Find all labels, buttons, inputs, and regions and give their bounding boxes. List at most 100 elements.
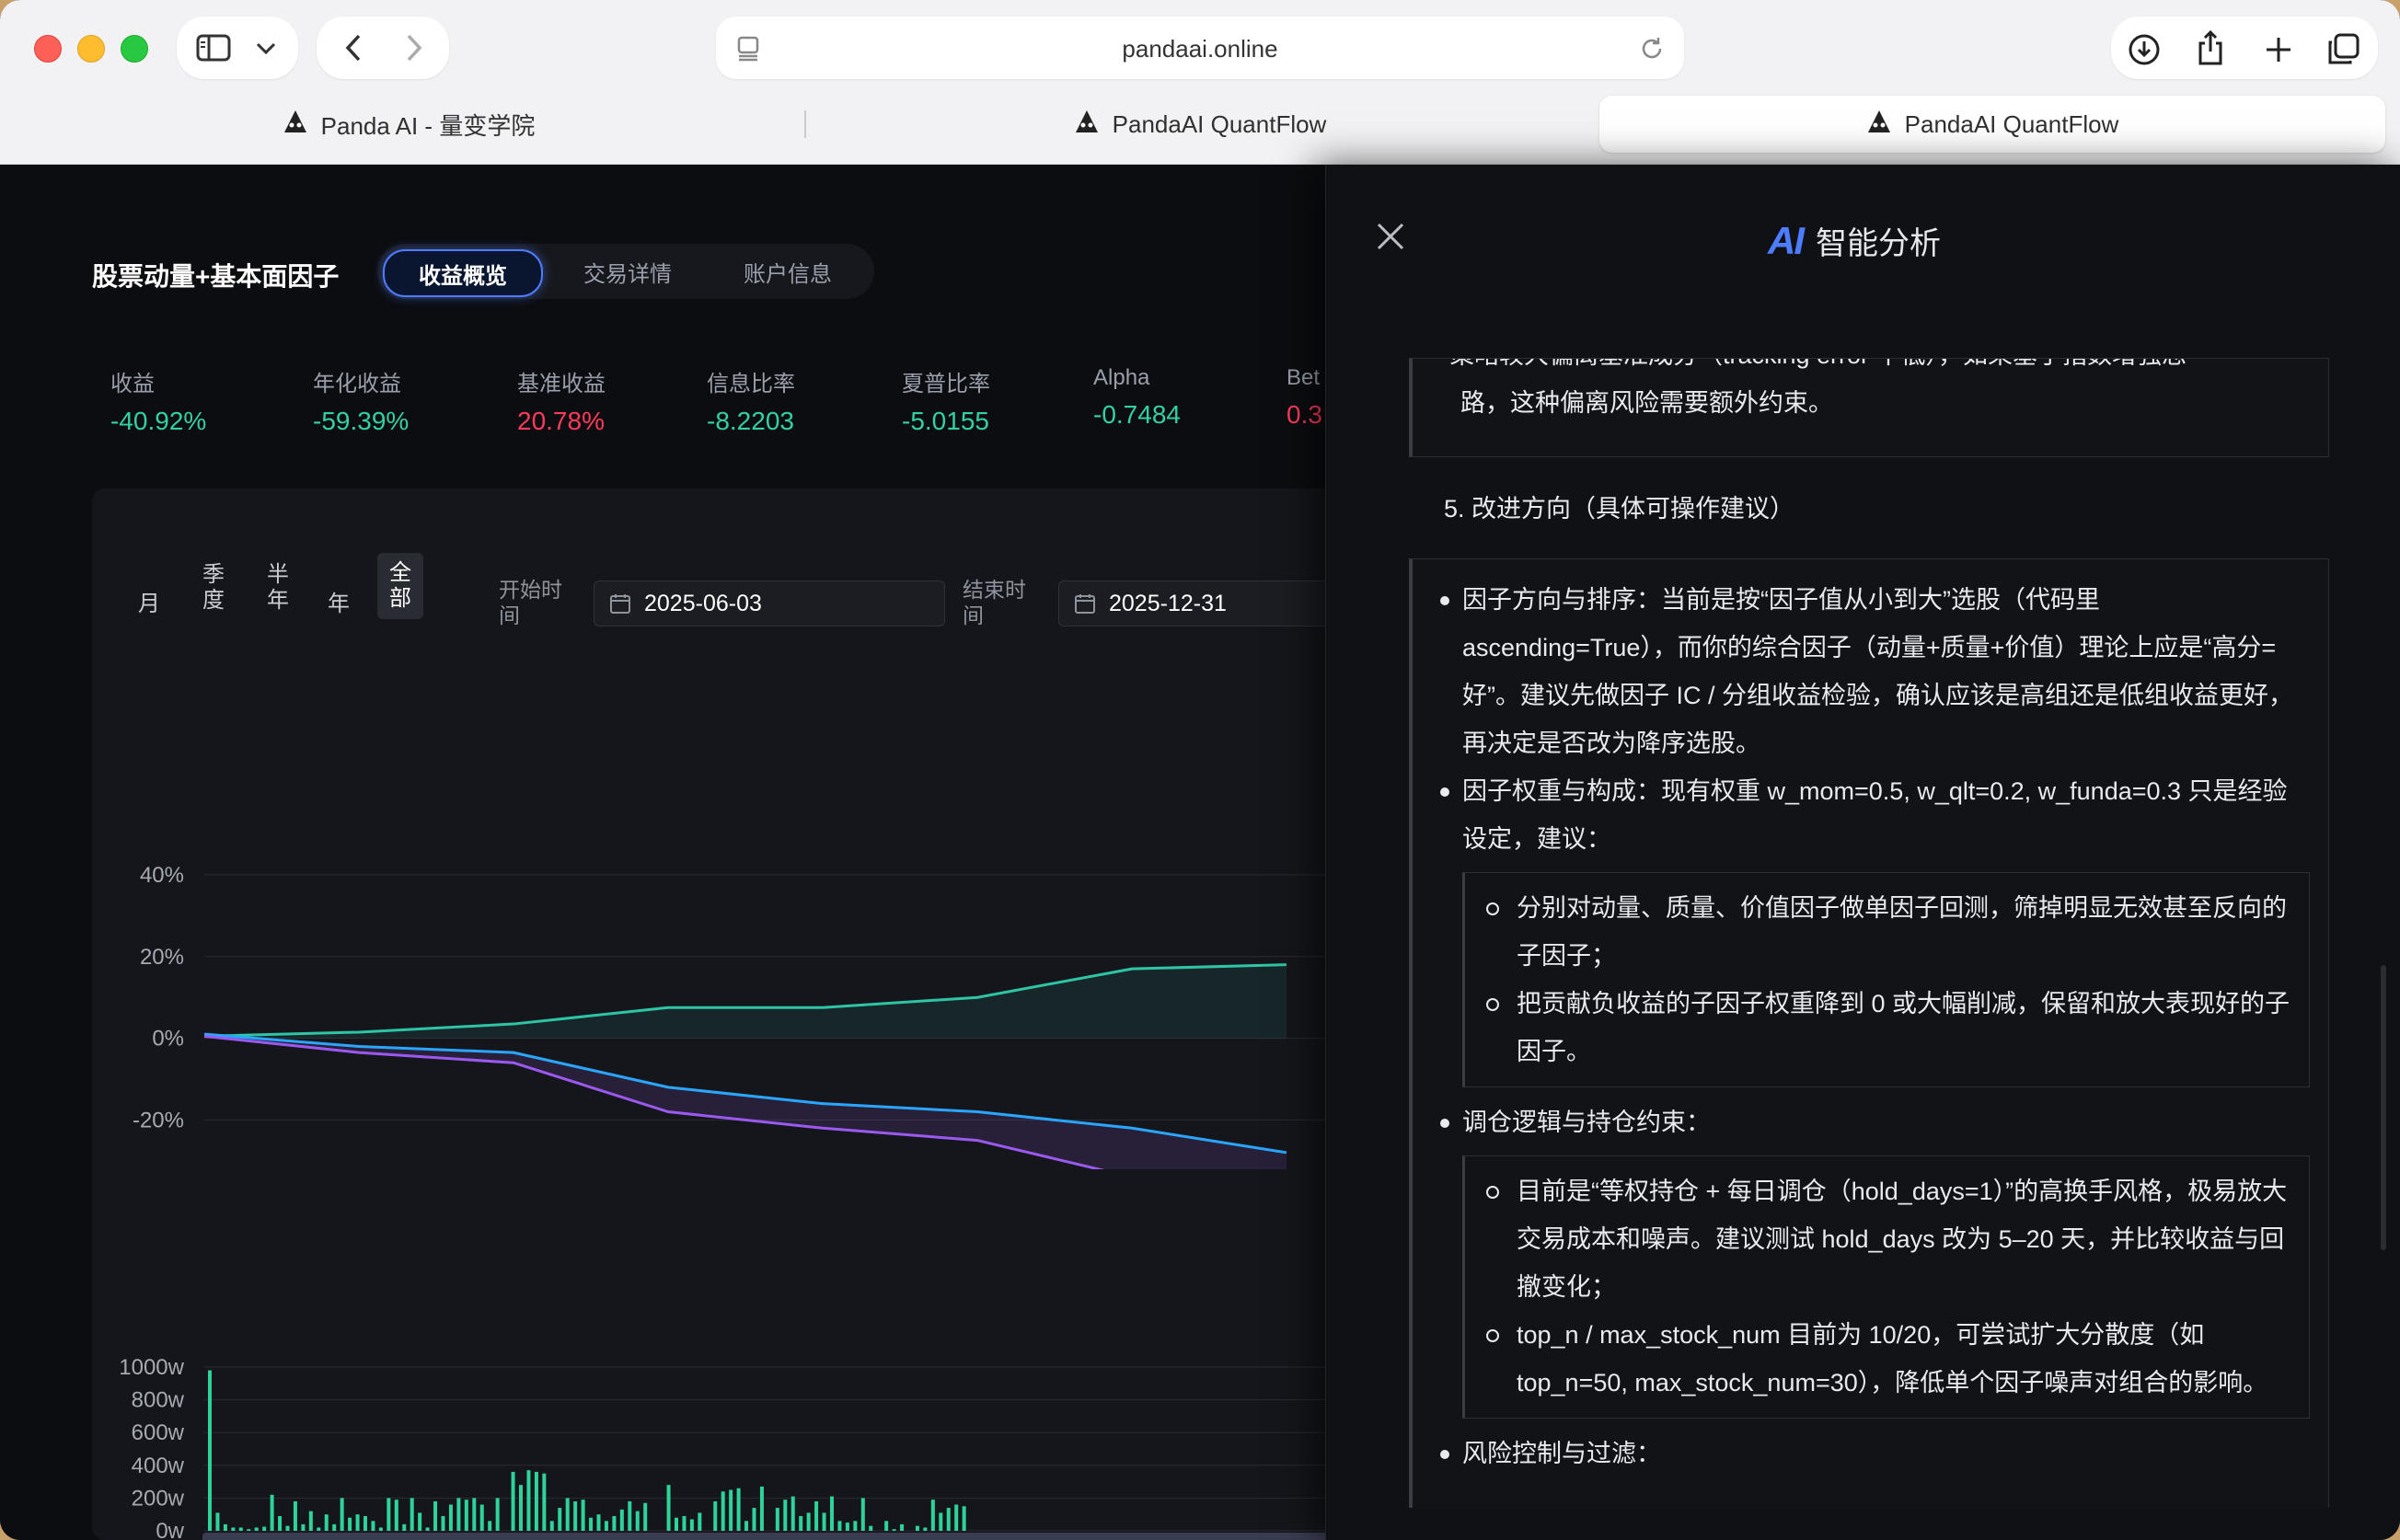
improvement-heading: 5. 改进方向（具体可操作建议）: [1444, 495, 1795, 523]
cut-off-line: 策略较大偏离基准成分（tracking error 不低），如果基于指数增强思: [1449, 359, 2305, 379]
sidebar-icon[interactable]: [193, 31, 234, 64]
volume-bar: [519, 1485, 523, 1531]
download-icon[interactable]: [2126, 31, 2163, 68]
tab-title: Panda AI - 量变学院: [320, 111, 536, 140]
y-tick-label: 400w: [132, 1454, 185, 1478]
sub-list-item: 分别对动量、质量、价值因子做单因子回测，筛掉明显无效甚至反向的子因子；: [1486, 884, 2294, 980]
tab-quantflow-1[interactable]: PandaAI QuantFlow: [806, 96, 1594, 153]
volume-bar: [736, 1488, 741, 1531]
address-bar[interactable]: pandaai.online: [716, 17, 1684, 79]
panda-favicon-icon: [1866, 109, 1892, 141]
volume-bar: [799, 1515, 803, 1531]
volume-bar: [837, 1521, 842, 1531]
tab-returns-overview[interactable]: 收益概览: [383, 249, 543, 297]
volume-bar: [962, 1506, 966, 1531]
metric-beta: Bet 0.3: [1287, 365, 1322, 430]
volume-bar: [666, 1485, 671, 1531]
browser-window: pandaai.online Panda AI - 量变学院 PandaAI Q…: [0, 0, 2400, 1540]
volume-bar: [371, 1521, 375, 1531]
y-tick-label: 800w: [132, 1388, 185, 1413]
volume-bar: [790, 1496, 795, 1531]
volume-bar: [456, 1498, 461, 1531]
tracking-error-note: 路，这种偏离风险需要额外约束。: [1460, 389, 1833, 417]
volume-bar: [558, 1508, 562, 1531]
volume-bar: [285, 1525, 290, 1531]
close-icon[interactable]: [1376, 222, 1405, 256]
volume-bar: [355, 1514, 360, 1531]
history-nav: [317, 17, 449, 79]
zoom-slider-track: [202, 1533, 1380, 1540]
volume-bar: [472, 1498, 477, 1531]
improvement-list-box: 因子方向与排序：当前是按“因子值从小到大”选股（代码里 ascending=Tr…: [1409, 558, 2329, 1508]
volume-bar: [806, 1512, 811, 1531]
y-tick-label: 200w: [132, 1486, 185, 1511]
minimize-window-button[interactable]: [77, 35, 105, 63]
tab-title: PandaAI QuantFlow: [1904, 109, 2119, 138]
metric-value: -8.2203: [707, 407, 794, 435]
volume-bar: [604, 1521, 608, 1531]
tab-overview-icon[interactable]: [2325, 31, 2361, 68]
forward-arrow-icon[interactable]: [396, 31, 433, 64]
tab-bar: Panda AI - 量变学院 PandaAI QuantFlow PandaA…: [15, 96, 2385, 153]
list-item: 风险控制与过滤：: [1440, 1430, 2310, 1477]
volume-bar: [845, 1523, 849, 1531]
tab-quantflow-2[interactable]: PandaAI QuantFlow: [1599, 96, 2385, 153]
volume-bar: [830, 1496, 834, 1531]
volume-bar: [635, 1511, 640, 1531]
volume-bar: [682, 1515, 687, 1531]
volume-bar: [479, 1504, 484, 1531]
item-text: 风险控制与过滤：: [1462, 1440, 1661, 1467]
close-window-button[interactable]: [34, 35, 62, 63]
share-icon[interactable]: [2192, 28, 2229, 68]
metric-value: 20.78%: [517, 407, 605, 435]
tab-panda-ai[interactable]: Panda AI - 量变学院: [15, 96, 802, 153]
volume-bar: [317, 1527, 321, 1531]
list-item: 因子权重与构成：现有权重 w_mom=0.5, w_qlt=0.2, w_fun…: [1440, 767, 2310, 1087]
volume-bar: [247, 1529, 251, 1531]
volume-bar: [293, 1500, 297, 1531]
volume-bar: [441, 1515, 445, 1531]
volume-bar: [744, 1521, 749, 1531]
metric-information-ratio: 信息比率 -8.2203: [707, 365, 795, 436]
metric-alpha: Alpha -0.7484: [1093, 365, 1181, 430]
volume-bar: [378, 1527, 383, 1531]
volume-bar: [853, 1521, 858, 1531]
list-item: 因子方向与排序：当前是按“因子值从小到大”选股（代码里 ascending=Tr…: [1440, 576, 2310, 767]
volume-bar: [581, 1500, 585, 1531]
item-text: 因子方向与排序：当前是按“因子值从小到大”选股（代码里 ascending=Tr…: [1462, 586, 2293, 757]
volume-bar: [278, 1515, 283, 1531]
scrollbar-thumb[interactable]: [2381, 965, 2386, 1250]
tab-trade-details[interactable]: 交易详情: [550, 249, 705, 293]
volume-bar: [324, 1514, 329, 1531]
volume-bar-chart[interactable]: 1000w800w600w400w200w0w2025-06-032025-06…: [92, 488, 1380, 1540]
volume-bar: [589, 1517, 594, 1531]
volume-bar: [915, 1525, 919, 1531]
volume-bar: [930, 1500, 935, 1531]
volume-bar: [332, 1523, 337, 1531]
url-text: pandaai.online: [1122, 35, 1278, 63]
volume-bar: [675, 1517, 678, 1531]
volume-bar: [410, 1498, 414, 1531]
chevron-down-icon[interactable]: [250, 33, 282, 64]
volume-bar: [860, 1498, 865, 1531]
volume-bar: [340, 1498, 344, 1531]
metric-return: 收益 -40.92%: [110, 365, 206, 436]
back-arrow-icon[interactable]: [335, 31, 372, 64]
reload-icon[interactable]: [1636, 33, 1667, 64]
volume-bar: [923, 1527, 928, 1531]
volume-bar: [511, 1471, 515, 1531]
volume-bar: [418, 1512, 422, 1531]
new-tab-icon[interactable]: [2260, 31, 2297, 68]
sub-list-item: 把贡献负收益的子因子权重降到 0 或大幅削减，保留和放大表现好的子因子。: [1486, 980, 2294, 1075]
strategy-title: 股票动量+基本面因子: [92, 262, 340, 291]
ai-analysis-content[interactable]: 策略较大偏离基准成分（tracking error 不低），如果基于指数增强思 …: [1409, 358, 2329, 1508]
tab-account-info[interactable]: 账户信息: [710, 249, 865, 293]
zoom-window-button[interactable]: [121, 35, 148, 63]
volume-bar: [308, 1511, 313, 1531]
volume-bar: [549, 1521, 554, 1531]
volume-bar: [448, 1504, 453, 1531]
volume-bar: [464, 1500, 468, 1531]
volume-bar: [752, 1508, 756, 1531]
panda-favicon-icon: [283, 109, 308, 141]
browser-chrome: pandaai.online Panda AI - 量变学院 PandaAI Q…: [0, 0, 2400, 165]
